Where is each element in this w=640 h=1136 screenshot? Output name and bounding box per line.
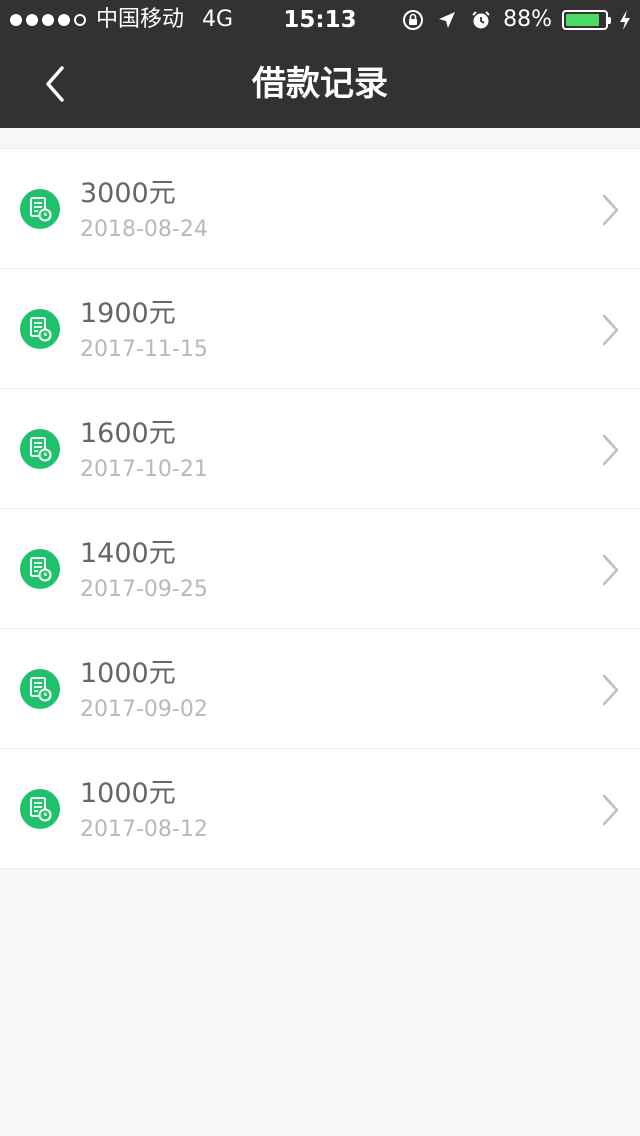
loan-record-item[interactable]: 1000元 2017-08-12 [0, 749, 640, 869]
loan-amount: 1600元 [80, 418, 176, 449]
loan-amount: 1000元 [80, 658, 176, 689]
loan-date: 2017-09-25 [80, 577, 208, 602]
back-button[interactable] [24, 54, 84, 114]
loan-amount: 1900元 [80, 298, 176, 329]
chevron-right-icon [600, 553, 620, 587]
loan-record-item[interactable]: 1900元 2017-11-15 [0, 269, 640, 389]
page-title: 借款记录 [252, 64, 388, 104]
chevron-right-icon [600, 673, 620, 707]
document-clock-icon [20, 669, 60, 709]
loan-date: 2017-10-21 [80, 457, 208, 482]
battery-percent: 88% [503, 7, 552, 32]
chevron-right-icon [600, 313, 620, 347]
nav-bar: 借款记录 [0, 40, 640, 128]
loan-record-item[interactable]: 3000元 2018-08-24 [0, 149, 640, 269]
battery-icon [562, 10, 611, 30]
chevron-right-icon [600, 193, 620, 227]
loan-date: 2017-08-12 [80, 817, 208, 842]
loan-amount: 1400元 [80, 538, 176, 569]
location-arrow-icon [435, 8, 459, 32]
document-clock-icon [20, 789, 60, 829]
chevron-right-icon [600, 793, 620, 827]
charging-icon [618, 8, 632, 32]
loan-record-item[interactable]: 1600元 2017-10-21 [0, 389, 640, 509]
document-clock-icon [20, 309, 60, 349]
chevron-left-icon [46, 66, 64, 102]
status-bar: 中国移动 4G 15:13 88% [0, 0, 640, 40]
alarm-icon [469, 8, 493, 32]
status-right: 88% [401, 0, 632, 40]
loan-record-item[interactable]: 1400元 2017-09-25 [0, 509, 640, 629]
loan-record-list: 3000元 2018-08-24 1900元 2017-11-15 1600元 … [0, 148, 640, 869]
orientation-lock-icon [401, 8, 425, 32]
loan-amount: 1000元 [80, 778, 176, 809]
document-clock-icon [20, 429, 60, 469]
loan-date: 2017-09-02 [80, 697, 208, 722]
loan-date: 2017-11-15 [80, 337, 208, 362]
battery-fill [566, 14, 600, 26]
chevron-right-icon [600, 433, 620, 467]
document-clock-icon [20, 549, 60, 589]
loan-amount: 3000元 [80, 178, 176, 209]
loan-date: 2018-08-24 [80, 217, 208, 242]
header: 中国移动 4G 15:13 88% 借款记录 [0, 0, 640, 128]
document-clock-icon [20, 189, 60, 229]
loan-record-item[interactable]: 1000元 2017-09-02 [0, 629, 640, 749]
